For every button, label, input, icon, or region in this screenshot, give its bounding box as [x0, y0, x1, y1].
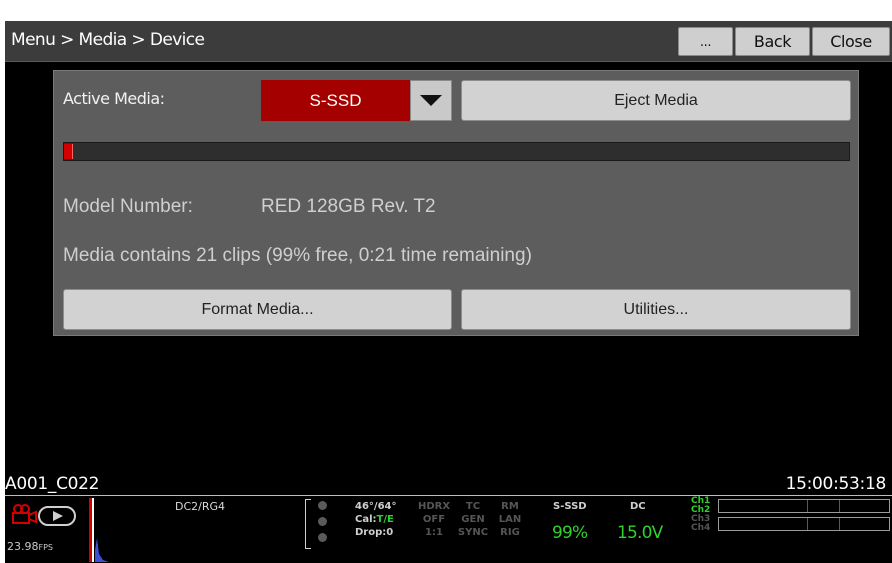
back-button[interactable]: Back	[735, 27, 810, 56]
sensor-temp: 46°/64°	[355, 501, 397, 512]
fps-unit: FPS	[38, 543, 54, 552]
meter-tick	[807, 518, 808, 530]
camera-menu-screen: Menu > Media > Device ... Back Close Act…	[5, 21, 892, 563]
active-media-dropdown-button[interactable]	[410, 80, 452, 121]
frame-rate: 23.98FPS	[7, 540, 53, 553]
histogram-meter-icon	[89, 498, 109, 562]
hdrx-ratio: 1:1	[425, 527, 443, 538]
meter-tick	[839, 500, 840, 512]
drop-frame-count: Drop:0	[355, 527, 394, 538]
active-media-label: Active Media:	[63, 89, 165, 108]
breadcrumb: Menu > Media > Device	[11, 30, 205, 50]
rm-lan: LAN	[498, 514, 522, 525]
remote-status: RM LAN RIG	[497, 500, 523, 539]
more-button[interactable]: ...	[678, 27, 733, 56]
media-status-label: S-SSD	[553, 501, 587, 512]
rm-label: RM	[501, 501, 519, 512]
tc-sync: SYNC	[457, 527, 489, 538]
indicator-dot-2	[318, 517, 327, 526]
cal-label: Cal:	[355, 514, 377, 525]
media-free-value: 99%	[552, 523, 588, 543]
rm-rig: RIG	[500, 527, 520, 538]
look-setting: DC2/RG4	[175, 500, 226, 513]
media-device-panel: Active Media: S-SSD Eject Media Model Nu…	[53, 70, 859, 336]
indicator-dot-1	[318, 501, 327, 510]
meter-tick	[839, 518, 840, 530]
model-number-label: Model Number:	[63, 196, 193, 217]
model-number-value: RED 128GB Rev. T2	[261, 196, 436, 217]
audio-ch4-label: Ch4	[691, 523, 711, 533]
meter-tick	[807, 500, 808, 512]
close-button[interactable]: Close	[812, 27, 890, 56]
tc-mode: GEN	[461, 514, 485, 525]
chevron-down-icon	[420, 95, 442, 106]
status-bracket	[305, 499, 311, 549]
status-bar: 23.98FPS DC2/RG4 46°/64° Cal:T/E Drop:0 …	[5, 495, 892, 563]
eject-media-button[interactable]: Eject Media	[461, 80, 851, 121]
utilities-button[interactable]: Utilities...	[461, 289, 851, 330]
playback-icon[interactable]	[38, 506, 76, 526]
audio-meter-ch1-2	[718, 499, 890, 513]
hdrx-value: OFF	[422, 514, 446, 525]
hdrx-status: HDRX OFF 1:1	[418, 500, 450, 539]
active-media-select[interactable]: S-SSD	[261, 80, 410, 121]
media-summary-text: Media contains 21 clips (99% free, 0:21 …	[63, 245, 532, 266]
fps-value: 23.98	[7, 540, 39, 553]
cal-value: T/E	[376, 514, 394, 525]
indicator-dot-3	[318, 533, 327, 542]
power-voltage-value: 15.0V	[617, 523, 663, 543]
title-bar: Menu > Media > Device ... Back Close	[5, 21, 892, 62]
format-media-button[interactable]: Format Media...	[63, 289, 452, 330]
timecode: 15:00:53:18	[785, 474, 887, 494]
media-usage-fill	[64, 144, 73, 159]
hdrx-label: HDRX	[418, 501, 451, 512]
clip-name: A001_C022	[5, 474, 100, 494]
calibration-status: Cal:T/E	[355, 513, 396, 526]
media-usage-bar	[63, 142, 850, 161]
camera-record-icon	[12, 504, 37, 524]
power-status-label: DC	[630, 501, 646, 512]
audio-meter-ch3-4	[718, 517, 890, 531]
timecode-status: TC GEN SYNC	[456, 500, 490, 539]
tc-label: TC	[465, 501, 481, 512]
sensor-status: 46°/64° Cal:T/E Drop:0	[355, 500, 396, 539]
